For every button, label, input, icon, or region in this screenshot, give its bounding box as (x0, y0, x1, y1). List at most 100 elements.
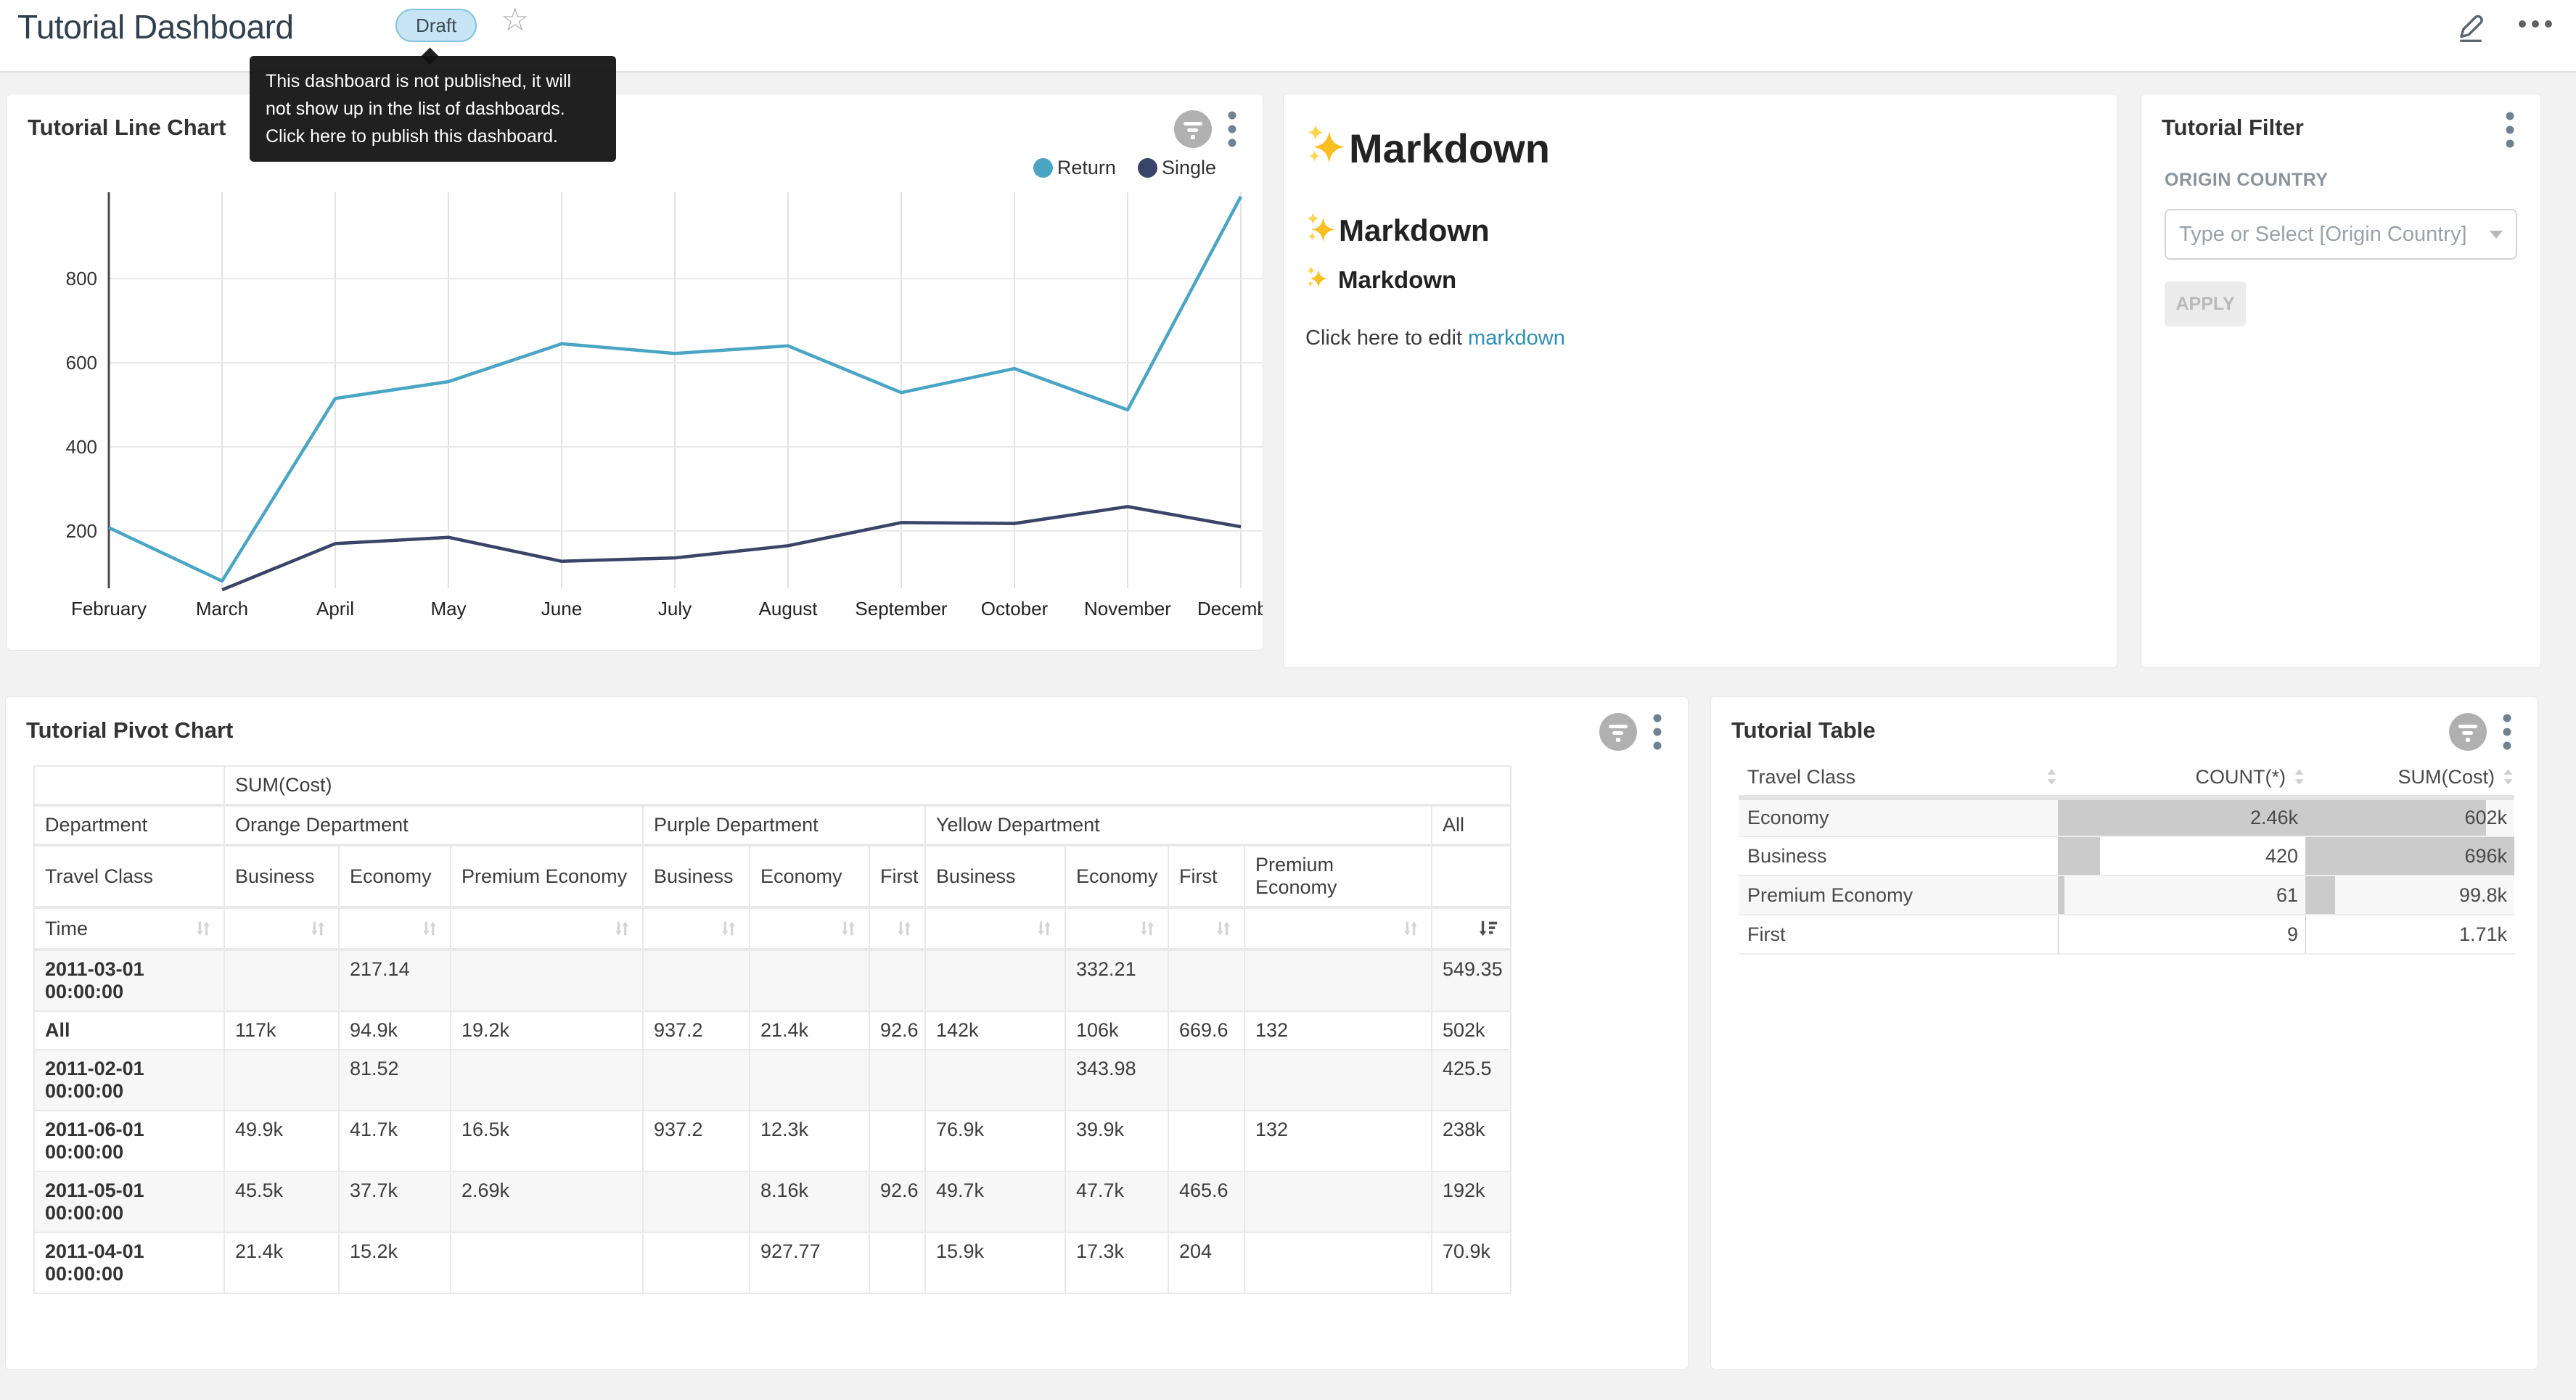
sort-icon[interactable] (2293, 767, 2305, 786)
sparkles-icon (1305, 212, 1339, 250)
kebab-menu-icon[interactable] (1653, 714, 1662, 754)
markdown-panel: Markdown Markdown Markdown Click here to… (1283, 94, 2117, 668)
pivot-col-dim-header: Travel Class (34, 845, 224, 907)
pivot-cell (869, 950, 925, 1011)
y-axis-tick-label: 400 (66, 436, 97, 458)
applied-filters-icon[interactable] (1599, 713, 1637, 754)
kebab-menu-icon[interactable] (2503, 714, 2511, 754)
pivot-cell (1168, 1111, 1244, 1172)
pivot-sort-cell (643, 907, 750, 950)
legend-swatch (1138, 158, 1157, 178)
legend-item-return[interactable]: Return (1033, 157, 1116, 179)
pivot-sort-cell (339, 907, 451, 950)
pivot-chart-title: Tutorial Pivot Chart (26, 717, 233, 744)
cell-travel-class: Premium Economy (1739, 876, 2058, 915)
sparkles-icon (1305, 265, 1331, 294)
apply-button[interactable]: APPLY (2165, 281, 2246, 326)
column-header-travel-class[interactable]: Travel Class (1739, 759, 2058, 797)
pivot-cell: 49.9k (224, 1111, 339, 1172)
markdown-body-text: Click here to edit markdown (1305, 326, 1565, 350)
x-axis-tick-label: October (981, 598, 1049, 619)
sort-icon[interactable] (2046, 767, 2058, 786)
chart-legend: Return Single (1033, 157, 1216, 179)
pivot-cell: 15.9k (925, 1232, 1065, 1293)
draft-status-badge[interactable]: Draft (395, 9, 477, 42)
sort-icon[interactable] (419, 918, 440, 939)
sort-icon[interactable] (1034, 918, 1054, 939)
cell-count: 420 (2058, 836, 2305, 876)
pivot-cell: 81.52 (339, 1050, 451, 1111)
pivot-sort-cell (869, 907, 925, 950)
markdown-heading-3: Markdown (1305, 265, 1456, 294)
pivot-cell (643, 1172, 750, 1232)
column-header-sum-cost[interactable]: SUM(Cost) (2305, 759, 2514, 797)
pivot-cell (451, 1232, 643, 1293)
applied-filters-icon[interactable] (1174, 110, 1212, 152)
sort-icon[interactable] (1400, 918, 1421, 939)
sort-icon[interactable] (1213, 918, 1234, 939)
column-header-count[interactable]: COUNT(*) (2058, 759, 2305, 797)
value-bar (2058, 876, 2064, 914)
pivot-class-header: Premium Economy (1244, 845, 1432, 907)
sort-icon[interactable] (308, 918, 328, 939)
sort-descending-icon[interactable] (1477, 918, 1500, 939)
pivot-class-header: Business (643, 845, 750, 907)
pivot-metric-row: SUM(Cost) (34, 766, 1511, 805)
value-bar (2305, 915, 2306, 953)
cell-count: 9 (2058, 915, 2305, 954)
kebab-menu-icon[interactable] (2506, 112, 2514, 152)
sort-icon[interactable] (2502, 767, 2514, 786)
pivot-row-label: 2011-05-01 00:00:00 (34, 1172, 224, 1232)
applied-filters-icon[interactable] (2449, 713, 2487, 754)
favorite-star-icon[interactable]: ☆ (501, 1, 529, 38)
pivot-sort-cell (224, 907, 339, 950)
pivot-cell: 238k (1432, 1111, 1511, 1172)
pivot-cell: 117k (224, 1011, 339, 1050)
draft-badge-label: Draft (416, 15, 456, 37)
pivot-data-row: All117k94.9k19.2k937.221.4k92.6142k106k6… (34, 1011, 1511, 1050)
cell-count: 61 (2058, 876, 2305, 915)
pivot-cell: 37.7k (339, 1172, 451, 1232)
kebab-menu-icon[interactable] (1228, 111, 1236, 151)
pivot-row-label: 2011-04-01 00:00:00 (34, 1232, 224, 1293)
pivot-sort-cell (1432, 907, 1511, 950)
tutorial-filter-panel: Tutorial Filter ORIGIN COUNTRY Type or S… (2141, 94, 2541, 668)
pivot-cell (1244, 1232, 1432, 1293)
sort-icon[interactable] (718, 918, 739, 939)
sort-icon[interactable] (894, 918, 914, 939)
edit-pencil-icon[interactable] (2453, 6, 2489, 46)
origin-country-select[interactable]: Type or Select [Origin Country] (2165, 209, 2517, 260)
sort-icon[interactable] (838, 918, 858, 939)
pivot-class-header: Economy (339, 845, 451, 907)
sort-icon[interactable] (193, 918, 213, 939)
pivot-cell: 217.14 (339, 950, 451, 1011)
pivot-sort-cell (451, 907, 643, 950)
pivot-cell (925, 950, 1065, 1011)
pivot-cell: 92.6 (869, 1172, 925, 1232)
markdown-heading-1: Markdown (1305, 123, 1550, 173)
pivot-sort-row: Time (34, 907, 1511, 950)
sort-icon[interactable] (612, 918, 632, 939)
pivot-cell: 106k (1065, 1011, 1168, 1050)
pivot-cell: 94.9k (339, 1011, 451, 1050)
legend-item-single[interactable]: Single (1138, 157, 1216, 179)
tutorial-line-chart-panel: Tutorial Line Chart ReturnSingle 2004006… (7, 94, 1263, 651)
more-options-icon[interactable] (2516, 19, 2554, 33)
edit-markdown-link[interactable]: markdown (1468, 326, 1565, 350)
sort-icon[interactable] (1137, 918, 1157, 939)
pivot-cell: 70.9k (1432, 1232, 1511, 1293)
cell-sum-cost: 1.71k (2305, 915, 2514, 954)
pivot-row-label: 2011-06-01 00:00:00 (34, 1111, 224, 1172)
pivot-cell (1168, 950, 1244, 1011)
pivot-cell: 39.9k (1065, 1111, 1168, 1172)
series-line-single (222, 506, 1241, 590)
pivot-cell (750, 1050, 869, 1111)
pivot-data-row: 2011-05-01 00:00:0045.5k37.7k2.69k8.16k9… (34, 1172, 1511, 1232)
pivot-metric-header: SUM(Cost) (224, 766, 1511, 805)
table-row: Economy 2.46k 602k (1739, 797, 2514, 836)
pivot-cell (451, 1050, 643, 1111)
pivot-cell: 502k (1432, 1011, 1511, 1050)
cell-travel-class: First (1739, 915, 2058, 954)
table-row: Business 420 696k (1739, 836, 2514, 876)
pivot-cell: 16.5k (451, 1111, 643, 1172)
